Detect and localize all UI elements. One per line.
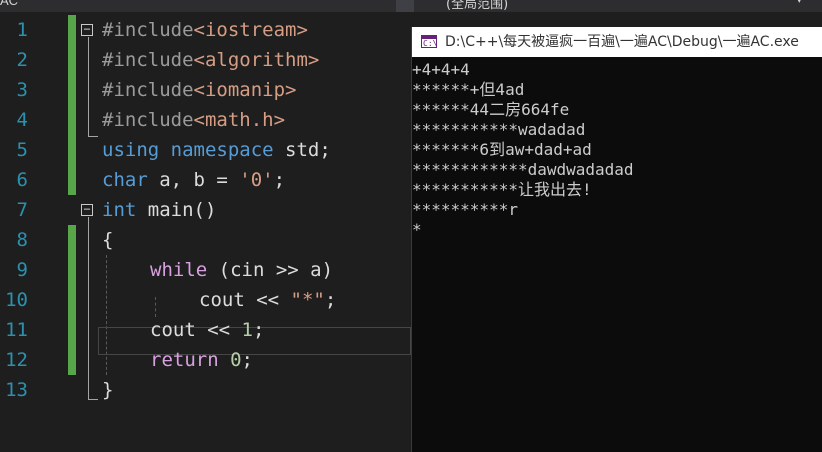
line-number: 3 <box>16 79 28 101</box>
code-line-3: #include<iomanip> <box>102 79 297 101</box>
console-output-line: ************dawdwadadad <box>412 160 634 179</box>
line-number: 6 <box>16 169 28 191</box>
project-dropdown-button[interactable]: ▾ <box>396 0 802 12</box>
console-output-line: ******44二房664fe <box>412 100 570 119</box>
line-number: 7 <box>16 199 28 221</box>
code-line-7: int main() <box>102 199 217 221</box>
console-output-line: ******+但4ad <box>412 80 525 99</box>
code-line-6: char a, b = '0'; <box>102 169 286 191</box>
fold-guide-line <box>88 217 89 400</box>
code-line-9: while (cin >> a) <box>150 259 334 281</box>
code-line-11: cout << 1; <box>150 319 265 341</box>
fold-guide-end <box>88 136 98 137</box>
line-number: 12 <box>5 349 28 371</box>
line-number: 2 <box>16 49 28 71</box>
chevron-down-icon: ▾ <box>797 0 802 6</box>
indent-guide <box>106 255 107 375</box>
line-number: 11 <box>5 319 28 341</box>
console-output-line: * <box>412 220 422 239</box>
code-line-1: #include<iostream> <box>102 19 308 41</box>
console-app-icon: C:\ <box>421 35 437 48</box>
console-window[interactable]: C:\ D:\C++\每天被逼疯一百遍\一遍AC\Debug\一遍AC.exe … <box>411 27 822 452</box>
code-line-13: } <box>102 379 114 401</box>
console-output-line: +4+4+4 <box>412 60 470 79</box>
indent-guide <box>155 297 156 317</box>
code-line-10: cout << "*"; <box>199 289 337 311</box>
code-line-5: using namespace std; <box>102 139 331 161</box>
change-marker <box>68 225 76 375</box>
top-navigation-bar: AC ▾ (全局范围) <box>0 0 822 12</box>
line-number: 9 <box>16 259 28 281</box>
code-line-2: #include<algorithm> <box>102 49 320 71</box>
change-marker <box>68 15 76 195</box>
line-number: 10 <box>5 289 28 311</box>
code-line-8: { <box>102 229 114 251</box>
line-number: 4 <box>16 109 28 131</box>
code-line-12: return 0; <box>150 349 253 371</box>
code-editor[interactable]: 1 2 3 4 5 6 7 8 9 10 11 12 13 − − #inclu… <box>0 12 411 452</box>
line-number: 1 <box>16 19 28 41</box>
console-output-line: **********r <box>412 200 518 219</box>
scope-dropdown[interactable]: (全局范围) <box>446 0 508 12</box>
console-title-bar[interactable]: C:\ D:\C++\每天被逼疯一百遍\一遍AC\Debug\一遍AC.exe <box>412 27 822 57</box>
console-output-line: *******6到aw+dad+ad <box>412 140 592 159</box>
fold-guide-end <box>88 399 98 400</box>
fold-guide-line <box>88 37 89 137</box>
code-line-4: #include<math.h> <box>102 109 286 131</box>
line-number: 13 <box>5 379 28 401</box>
console-output-line: ***********wadadad <box>412 120 586 139</box>
fold-collapse-icon[interactable]: − <box>81 23 93 36</box>
line-number: 8 <box>16 229 28 251</box>
project-dropdown[interactable]: AC <box>0 0 18 8</box>
fold-collapse-icon[interactable]: − <box>81 203 93 216</box>
line-number: 5 <box>16 139 28 161</box>
console-output-line: ***********让我出去! <box>412 180 592 199</box>
console-title: D:\C++\每天被逼疯一百遍\一遍AC\Debug\一遍AC.exe <box>445 34 799 50</box>
